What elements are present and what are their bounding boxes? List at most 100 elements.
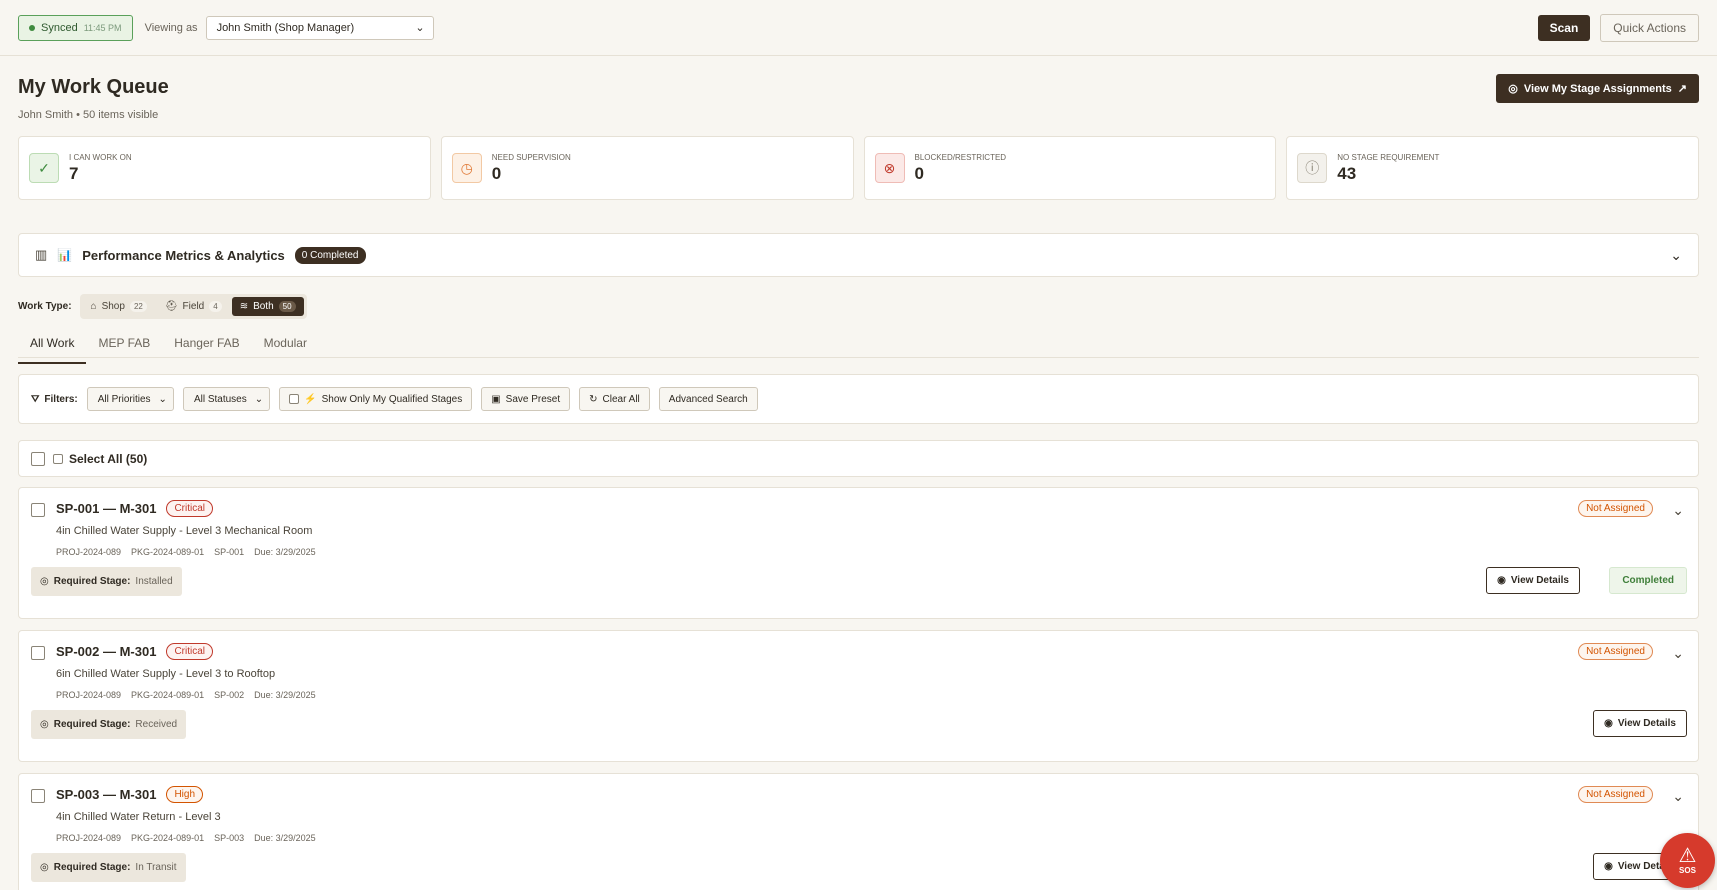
item-description: 6in Chilled Water Supply - Level 3 to Ro… bbox=[56, 668, 276, 680]
work-type-group: ⌂ Shop 22 ⛑ Field 4 ≋ Both 50 bbox=[79, 294, 307, 319]
item-meta: PROJ-2024-089 PKG-2024-089-01 SP-003 Due… bbox=[56, 833, 316, 843]
work-type-count: 50 bbox=[278, 301, 296, 312]
required-stage-badge: ◎ Required Stage: Installed bbox=[31, 567, 182, 596]
tab-modular[interactable]: Modular bbox=[252, 330, 319, 364]
target-icon: ◎ bbox=[40, 719, 49, 730]
select-all-label[interactable]: Select All (50) bbox=[53, 452, 147, 466]
priority-filter-select[interactable]: All Priorities ⌄ bbox=[86, 387, 174, 411]
sync-status-badge[interactable]: Synced 11:45 PM bbox=[18, 14, 133, 41]
item-spool: SP-003 bbox=[214, 833, 245, 843]
item-spool: SP-002 bbox=[214, 690, 245, 700]
warning-icon: ⚠ bbox=[1678, 845, 1697, 867]
tab-hanger-fab[interactable]: Hanger FAB bbox=[162, 330, 251, 364]
required-stage-label: Required Stage: bbox=[53, 576, 131, 587]
status-filter-select[interactable]: All Statuses ⌄ bbox=[182, 387, 271, 411]
item-checkbox[interactable] bbox=[31, 789, 45, 803]
sos-label: SOS bbox=[1679, 866, 1696, 875]
priority-badge: High bbox=[166, 786, 204, 803]
item-description: 4in Chilled Water Supply - Level 3 Mecha… bbox=[56, 525, 313, 537]
item-title-row: SP-001 — M-301 Critical bbox=[56, 500, 213, 517]
completed-badge: 0 Completed bbox=[294, 246, 366, 264]
work-type-selector: Work Type: ⌂ Shop 22 ⛑ Field 4 ≋ Both 50 bbox=[18, 294, 307, 319]
hard-hat-icon: ⛑ bbox=[164, 301, 178, 312]
view-details-button[interactable]: ◉ View Details bbox=[1486, 567, 1580, 594]
clear-all-button[interactable]: ↻ Clear All bbox=[579, 387, 650, 411]
chart-emoji-icon: 📊 bbox=[57, 248, 73, 262]
item-due: Due: 3/29/2025 bbox=[254, 547, 316, 557]
stat-value: 7 bbox=[69, 163, 79, 183]
required-stage-label: Required Stage: bbox=[53, 862, 131, 873]
chevron-down-icon: ⌄ bbox=[254, 393, 264, 405]
refresh-icon: ↻ bbox=[589, 393, 598, 405]
stat-value: 0 bbox=[491, 163, 502, 183]
clear-all-label: Clear All bbox=[602, 393, 640, 405]
item-package: PKG-2024-089-01 bbox=[131, 547, 205, 557]
work-type-shop[interactable]: ⌂ Shop 22 bbox=[83, 297, 155, 316]
viewing-as-label: Viewing as bbox=[144, 21, 198, 34]
work-type-count: 4 bbox=[209, 301, 222, 312]
stat-label: NO STAGE REQUIREMENT bbox=[1337, 152, 1440, 162]
item-title[interactable]: SP-003 — M-301 bbox=[56, 787, 156, 802]
item-title[interactable]: SP-002 — M-301 bbox=[56, 644, 156, 659]
sparkle-icon: ⚡ bbox=[304, 393, 317, 405]
required-stage-label: Required Stage: bbox=[53, 719, 131, 730]
item-title[interactable]: SP-001 — M-301 bbox=[56, 501, 156, 516]
work-type-option-label: Shop bbox=[101, 301, 125, 312]
assignment-badge: Not Assigned bbox=[1578, 643, 1653, 660]
item-project: PROJ-2024-089 bbox=[56, 833, 122, 843]
tab-mep-fab[interactable]: MEP FAB bbox=[86, 330, 162, 364]
viewing-as-value: John Smith (Shop Manager) bbox=[216, 21, 355, 34]
chevron-down-icon[interactable]: ⌄ bbox=[1672, 645, 1684, 662]
chevron-down-icon: ⌄ bbox=[1670, 246, 1682, 263]
work-type-count: 22 bbox=[129, 301, 147, 312]
info-icon: ⓘ bbox=[1297, 153, 1328, 183]
qualified-stages-toggle[interactable]: ⚡ Show Only My Qualified Stages bbox=[279, 387, 473, 411]
square-icon bbox=[53, 453, 63, 464]
view-details-button[interactable]: ◉ View Details bbox=[1593, 710, 1687, 737]
view-stage-assignments-button[interactable]: ◎ View My Stage Assignments ↗ bbox=[1496, 74, 1699, 103]
item-package: PKG-2024-089-01 bbox=[131, 833, 205, 843]
stats-row: ✓ I CAN WORK ON 7 ◷ NEED SUPERVISION 0 ⊗… bbox=[0, 136, 1717, 200]
qualified-checkbox[interactable] bbox=[289, 394, 300, 404]
scan-button[interactable]: Scan bbox=[1537, 14, 1591, 41]
page-subtitle: John Smith • 50 items visible bbox=[18, 109, 159, 121]
performance-title: Performance Metrics & Analytics bbox=[82, 247, 285, 263]
tab-all-work[interactable]: All Work bbox=[18, 330, 87, 364]
category-tabs: All Work MEP FAB Hanger FAB Modular bbox=[18, 330, 319, 364]
save-preset-button[interactable]: ▣ Save Preset bbox=[481, 387, 571, 411]
status-filter-value: All Statuses bbox=[193, 393, 247, 405]
top-bar: Synced 11:45 PM Viewing as John Smith (S… bbox=[0, 0, 1717, 56]
sync-time: 11:45 PM bbox=[83, 22, 122, 33]
chevron-down-icon[interactable]: ⌄ bbox=[1672, 502, 1684, 519]
chevron-down-icon: ⌄ bbox=[415, 22, 425, 34]
sos-button[interactable]: ⚠ SOS bbox=[1660, 833, 1715, 888]
stat-label: NEED SUPERVISION bbox=[491, 152, 571, 162]
work-type-both[interactable]: ≋ Both 50 bbox=[231, 297, 304, 316]
item-meta: PROJ-2024-089 PKG-2024-089-01 SP-002 Due… bbox=[56, 690, 316, 700]
filter-icon: ⛛ bbox=[31, 393, 40, 405]
priority-badge: Critical bbox=[166, 500, 213, 517]
performance-metrics-toggle[interactable]: ▥ 📊 Performance Metrics & Analytics 0 Co… bbox=[18, 233, 1699, 277]
work-type-option-label: Both bbox=[253, 301, 274, 312]
select-all-checkbox[interactable] bbox=[31, 451, 45, 466]
quick-actions-button[interactable]: Quick Actions bbox=[1600, 13, 1699, 42]
advanced-search-button[interactable]: Advanced Search bbox=[658, 387, 758, 411]
stat-value: 0 bbox=[914, 163, 924, 183]
priority-filter-value: All Priorities bbox=[97, 393, 151, 405]
viewing-as-select[interactable]: John Smith (Shop Manager) ⌄ bbox=[205, 15, 434, 40]
x-circle-icon: ⊗ bbox=[874, 153, 905, 183]
item-package: PKG-2024-089-01 bbox=[131, 690, 205, 700]
item-checkbox[interactable] bbox=[31, 503, 45, 517]
list-item: SP-003 — M-301 High 4in Chilled Water Re… bbox=[18, 773, 1699, 890]
bar-chart-icon: ▥ bbox=[35, 247, 48, 262]
stat-label: I CAN WORK ON bbox=[69, 152, 132, 162]
chevron-down-icon[interactable]: ⌄ bbox=[1672, 788, 1684, 805]
item-project: PROJ-2024-089 bbox=[56, 547, 122, 557]
item-due: Due: 3/29/2025 bbox=[254, 690, 316, 700]
assignment-badge: Not Assigned bbox=[1578, 786, 1653, 803]
tabs-divider bbox=[18, 357, 1699, 358]
item-meta: PROJ-2024-089 PKG-2024-089-01 SP-001 Due… bbox=[56, 547, 316, 557]
work-type-field[interactable]: ⛑ Field 4 bbox=[157, 297, 230, 316]
external-link-icon: ↗ bbox=[1677, 83, 1687, 95]
item-checkbox[interactable] bbox=[31, 646, 45, 660]
